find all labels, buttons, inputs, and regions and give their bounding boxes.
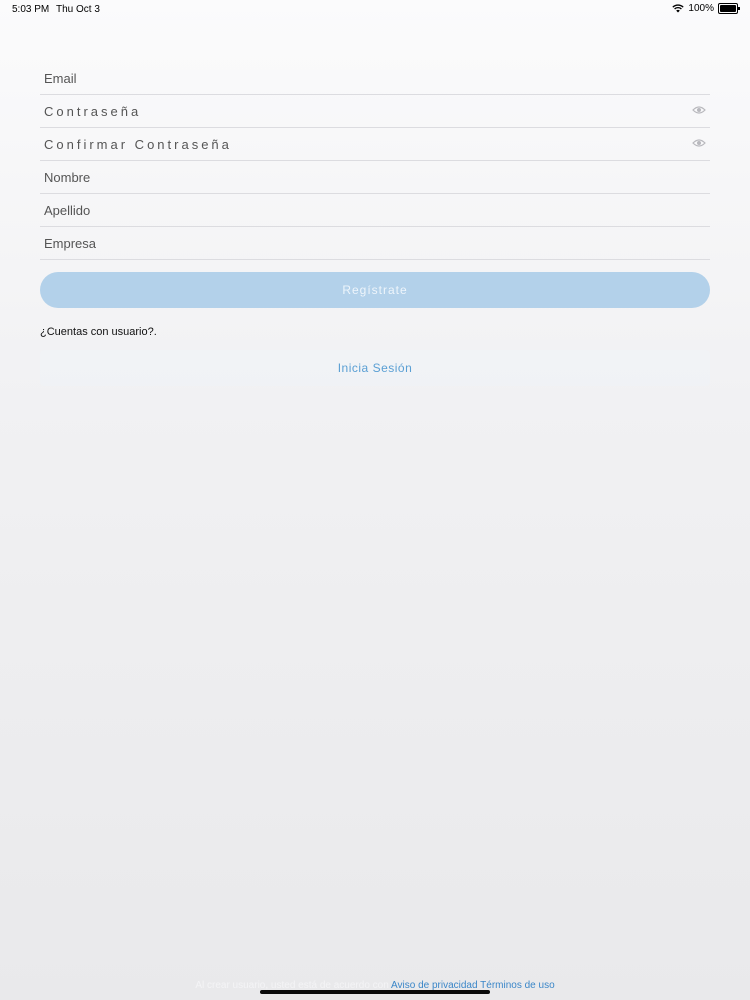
confirm-password-field[interactable] <box>40 136 664 152</box>
login-button[interactable]: Inicia Sesión <box>40 350 710 386</box>
status-bar: 5:03 PM Thu Oct 3 100% <box>0 0 750 18</box>
status-indicators: 100% <box>672 3 740 14</box>
terms-link[interactable]: Términos de uso <box>480 980 554 991</box>
battery-percent: 100% <box>688 3 714 14</box>
registration-form <box>40 62 710 260</box>
first-name-field[interactable] <box>40 169 664 185</box>
eye-icon[interactable] <box>692 105 706 115</box>
status-time: 5:03 PM <box>12 4 50 15</box>
confirm-password-field-row <box>40 128 710 161</box>
wifi-icon <box>672 4 685 13</box>
email-field[interactable] <box>40 70 664 86</box>
status-date: Thu Oct 3 <box>56 4 100 15</box>
eye-icon[interactable] <box>692 138 706 148</box>
password-field[interactable] <box>40 103 664 119</box>
last-name-field[interactable] <box>40 202 664 218</box>
have-account-label: ¿Cuentas con usuario?. <box>40 326 157 338</box>
password-field-row <box>40 95 710 128</box>
company-field[interactable] <box>40 235 664 251</box>
last-name-field-row <box>40 194 710 227</box>
first-name-field-row <box>40 161 710 194</box>
home-indicator[interactable] <box>260 990 490 994</box>
email-field-row <box>40 62 710 95</box>
register-button[interactable]: Regístrate <box>40 272 710 308</box>
company-field-row <box>40 227 710 260</box>
battery-icon <box>718 3 740 14</box>
